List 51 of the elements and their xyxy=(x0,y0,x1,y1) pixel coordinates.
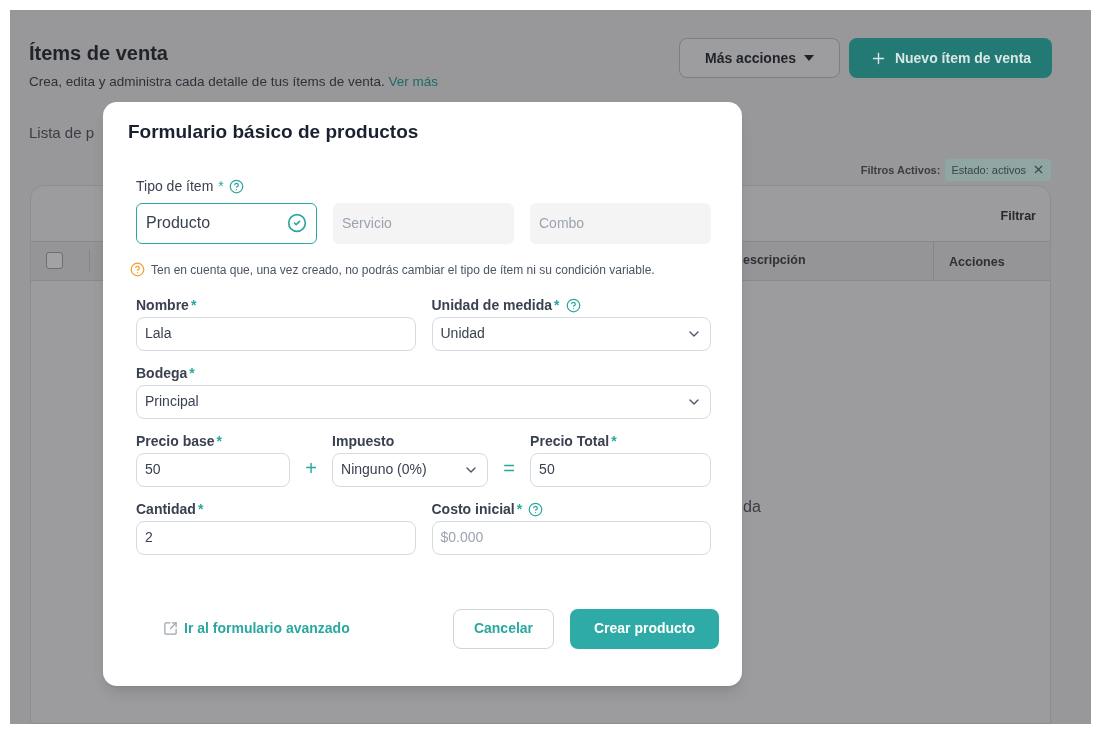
required-mark: * xyxy=(190,296,197,315)
input-field[interactable]: Lala xyxy=(136,316,416,351)
field-label: Bodega xyxy=(136,364,188,383)
column-header: Acciones xyxy=(949,254,1005,269)
required-mark: * xyxy=(216,432,223,451)
select-field[interactable]: Ninguno (0%) xyxy=(332,452,489,487)
required-mark: * xyxy=(189,364,195,383)
field-label: Tipo de ítem xyxy=(136,177,214,196)
column-header: escripción xyxy=(743,252,806,270)
filter-chip[interactable]: Estado: activos xyxy=(945,158,1051,181)
notice-text: Ten en cuenta que, una vez creado, no podrás cambiar el tipo de ítem ni su condición variable. xyxy=(151,261,655,279)
field-label: Unidad de medida xyxy=(431,296,553,315)
required-mark: * xyxy=(554,296,560,315)
field-label: Cantidad xyxy=(136,500,196,519)
field-label: Precio Total xyxy=(530,432,610,451)
select-all-checkbox[interactable] xyxy=(46,252,63,270)
external-link-icon xyxy=(163,621,178,636)
required-mark: * xyxy=(197,500,204,519)
active-filters-label: Filtros Activos: xyxy=(860,162,941,178)
modal-title: Formulario básico de productos xyxy=(128,120,420,144)
required-mark: * xyxy=(218,177,224,196)
field-label: Costo inicial xyxy=(431,500,515,519)
more-actions-button[interactable]: Más acciones xyxy=(679,38,840,78)
help-icon[interactable] xyxy=(565,298,581,313)
operator-sign: = xyxy=(503,455,515,481)
operator-sign: + xyxy=(305,455,317,481)
input-field[interactable]: 2 xyxy=(136,520,416,555)
help-icon[interactable] xyxy=(228,179,244,194)
empty-message: da xyxy=(743,497,761,515)
input-field[interactable]: 50 xyxy=(530,452,711,487)
filter-button[interactable]: Filtrar xyxy=(1000,206,1036,226)
page-title: Ítems de venta xyxy=(29,41,169,66)
required-mark: * xyxy=(516,500,523,519)
item-type-option[interactable]: Producto xyxy=(136,202,317,244)
check-circle-icon xyxy=(287,213,307,233)
select-field[interactable]: Principal xyxy=(136,384,711,419)
field-label: Impuesto xyxy=(332,432,395,451)
input-field[interactable]: 50 xyxy=(136,452,291,487)
required-mark: * xyxy=(611,432,617,451)
create-product-button[interactable]: Crear producto xyxy=(570,608,719,649)
help-icon[interactable] xyxy=(528,502,544,517)
select-field[interactable]: Unidad xyxy=(431,316,711,351)
cancel-button[interactable]: Cancelar xyxy=(453,608,554,649)
help-icon[interactable] xyxy=(130,262,145,277)
caret-down-icon xyxy=(804,55,815,61)
field-label: Precio base xyxy=(136,432,215,451)
list-label: Lista de p xyxy=(29,123,95,144)
field-label: Nombre xyxy=(136,296,189,315)
new-item-button[interactable]: Nuevo ítem de venta xyxy=(849,38,1052,78)
page-subtitle: Crea, edita y administra cada detalle de tus ítems de venta. Ver más xyxy=(29,73,438,91)
advanced-form-link[interactable]: Ir al formulario avanzado xyxy=(163,618,350,639)
